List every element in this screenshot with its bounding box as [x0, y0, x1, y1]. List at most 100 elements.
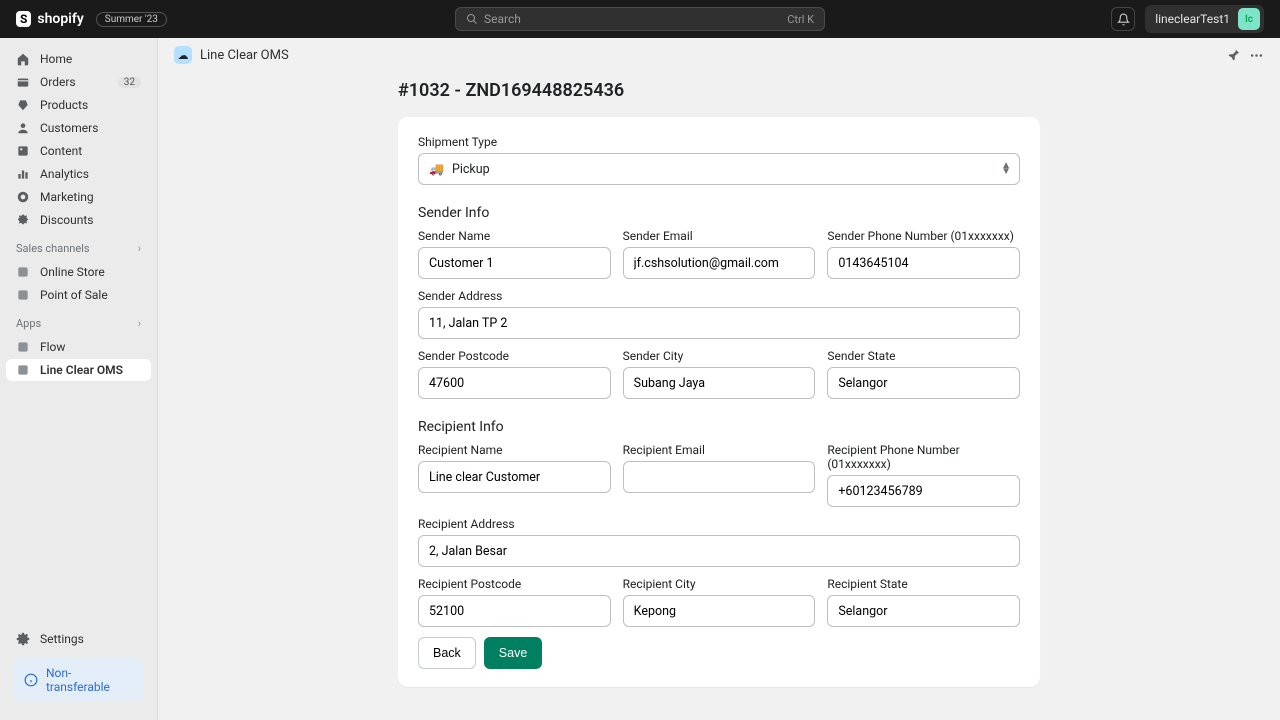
recipient-postcode-label: Recipient Postcode: [418, 577, 611, 591]
app-title: Line Clear OMS: [200, 48, 289, 63]
home-icon: [16, 52, 30, 66]
recipient-city-label: Recipient City: [623, 577, 816, 591]
sidebar-item-label: Orders: [40, 75, 76, 89]
pagebar: ☁ Line Clear OMS: [158, 38, 1280, 72]
discounts-icon: [16, 213, 30, 227]
main-content: ☁ Line Clear OMS #1032 - ZND169448825436…: [158, 38, 1280, 720]
sender-state-label: Sender State: [827, 349, 1020, 363]
customers-icon: [16, 121, 30, 135]
more-icon[interactable]: [1249, 48, 1264, 63]
sender-name-label: Sender Name: [418, 229, 611, 243]
products-icon: [16, 98, 30, 112]
sender-address-label: Sender Address: [418, 289, 1020, 303]
sidebar-item-pos[interactable]: Point of Sale: [6, 284, 151, 306]
truck-icon: 🚚: [429, 162, 444, 176]
sender-state-input[interactable]: [827, 367, 1020, 399]
sidebar-item-label: Customers: [40, 121, 98, 135]
recipient-address-label: Recipient Address: [418, 517, 1020, 531]
back-button[interactable]: Back: [418, 637, 476, 669]
profile-button[interactable]: lineclearTest1 lc: [1145, 5, 1264, 33]
recipient-name-input[interactable]: [418, 461, 611, 493]
sender-postcode-input[interactable]: [418, 367, 611, 399]
nontransferable-notice[interactable]: Non-transferable: [14, 658, 143, 702]
sidebar-item-content[interactable]: Content: [6, 140, 151, 162]
recipient-address-input[interactable]: [418, 535, 1020, 567]
notifications-button[interactable]: [1111, 7, 1135, 31]
profile-name: lineclearTest1: [1155, 12, 1230, 26]
sender-city-label: Sender City: [623, 349, 816, 363]
search-placeholder: Search: [484, 12, 787, 26]
form-card: Shipment Type 🚚 Pickup ▲▼ Sender Info Se…: [398, 117, 1040, 687]
sender-address-input[interactable]: [418, 307, 1020, 339]
sidebar-item-label: Home: [40, 52, 72, 66]
sender-email-input[interactable]: [623, 247, 816, 279]
recipient-city-input[interactable]: [623, 595, 816, 627]
sender-name-input[interactable]: [418, 247, 611, 279]
sidebar-item-flow[interactable]: Flow: [6, 336, 151, 358]
sidebar-item-marketing[interactable]: Marketing: [6, 186, 151, 208]
recipient-email-input[interactable]: [623, 461, 816, 493]
chevron-right-icon[interactable]: ›: [138, 317, 141, 330]
orders-icon: [16, 75, 30, 89]
gear-icon: [16, 632, 30, 646]
sidebar-item-label: Flow: [40, 340, 65, 354]
edition-badge[interactable]: Summer '23: [96, 12, 167, 27]
recipient-phone-input[interactable]: [827, 475, 1020, 507]
shipment-type-select[interactable]: 🚚 Pickup ▲▼: [418, 153, 1020, 185]
sidebar: Home Orders 32 Products Customers Content…: [0, 38, 158, 720]
section-apps: Apps›: [6, 307, 151, 336]
sidebar-item-label: Marketing: [40, 190, 94, 204]
search-icon: [466, 13, 478, 25]
avatar: lc: [1238, 8, 1260, 30]
flow-icon: [16, 340, 30, 354]
sidebar-item-home[interactable]: Home: [6, 48, 151, 70]
orders-count-badge: 32: [118, 77, 141, 88]
sidebar-item-products[interactable]: Products: [6, 94, 151, 116]
logo-icon: S: [16, 11, 31, 27]
sidebar-item-online-store[interactable]: Online Store: [6, 261, 151, 283]
app-logo-icon: ☁: [174, 46, 192, 64]
bell-icon: [1117, 13, 1130, 26]
sidebar-item-customers[interactable]: Customers: [6, 117, 151, 139]
brand-logo[interactable]: S shopify: [16, 11, 84, 27]
sidebar-item-label: Online Store: [40, 265, 105, 279]
sidebar-item-label: Point of Sale: [40, 288, 108, 302]
search-input[interactable]: Search Ctrl K: [455, 7, 825, 31]
chevron-right-icon[interactable]: ›: [138, 242, 141, 255]
store-icon: [16, 265, 30, 279]
sidebar-item-label: Analytics: [40, 167, 89, 181]
recipient-phone-label: Recipient Phone Number (01xxxxxxx): [827, 443, 1020, 471]
sender-city-input[interactable]: [623, 367, 816, 399]
recipient-postcode-input[interactable]: [418, 595, 611, 627]
sidebar-item-label: Discounts: [40, 213, 93, 227]
sidebar-item-label: Settings: [40, 632, 84, 646]
pos-icon: [16, 288, 30, 302]
sidebar-item-analytics[interactable]: Analytics: [6, 163, 151, 185]
recipient-name-label: Recipient Name: [418, 443, 611, 457]
section-sales-channels: Sales channels›: [6, 232, 151, 261]
topbar: S shopify Summer '23 Search Ctrl K linec…: [0, 0, 1280, 38]
sender-postcode-label: Sender Postcode: [418, 349, 611, 363]
content-icon: [16, 144, 30, 158]
sidebar-item-settings[interactable]: Settings: [6, 628, 151, 650]
brand-text: shopify: [37, 11, 83, 27]
page-title: #1032 - ZND169448825436: [398, 80, 1040, 101]
sidebar-item-orders[interactable]: Orders 32: [6, 71, 151, 93]
sender-section-heading: Sender Info: [418, 205, 1020, 221]
sender-phone-label: Sender Phone Number (01xxxxxxx): [827, 229, 1020, 243]
shipment-type-label: Shipment Type: [418, 135, 1020, 149]
sender-phone-input[interactable]: [827, 247, 1020, 279]
pin-icon[interactable]: [1226, 48, 1241, 63]
recipient-state-label: Recipient State: [827, 577, 1020, 591]
save-button[interactable]: Save: [484, 637, 543, 669]
sidebar-item-line-clear-oms[interactable]: Line Clear OMS: [6, 359, 151, 381]
recipient-state-input[interactable]: [827, 595, 1020, 627]
sidebar-item-label: Line Clear OMS: [40, 363, 123, 377]
search-kbd: Ctrl K: [787, 13, 814, 26]
sender-email-label: Sender Email: [623, 229, 816, 243]
sidebar-item-label: Products: [40, 98, 88, 112]
recipient-email-label: Recipient Email: [623, 443, 816, 457]
marketing-icon: [16, 190, 30, 204]
sidebar-item-discounts[interactable]: Discounts: [6, 209, 151, 231]
recipient-section-heading: Recipient Info: [418, 419, 1020, 435]
